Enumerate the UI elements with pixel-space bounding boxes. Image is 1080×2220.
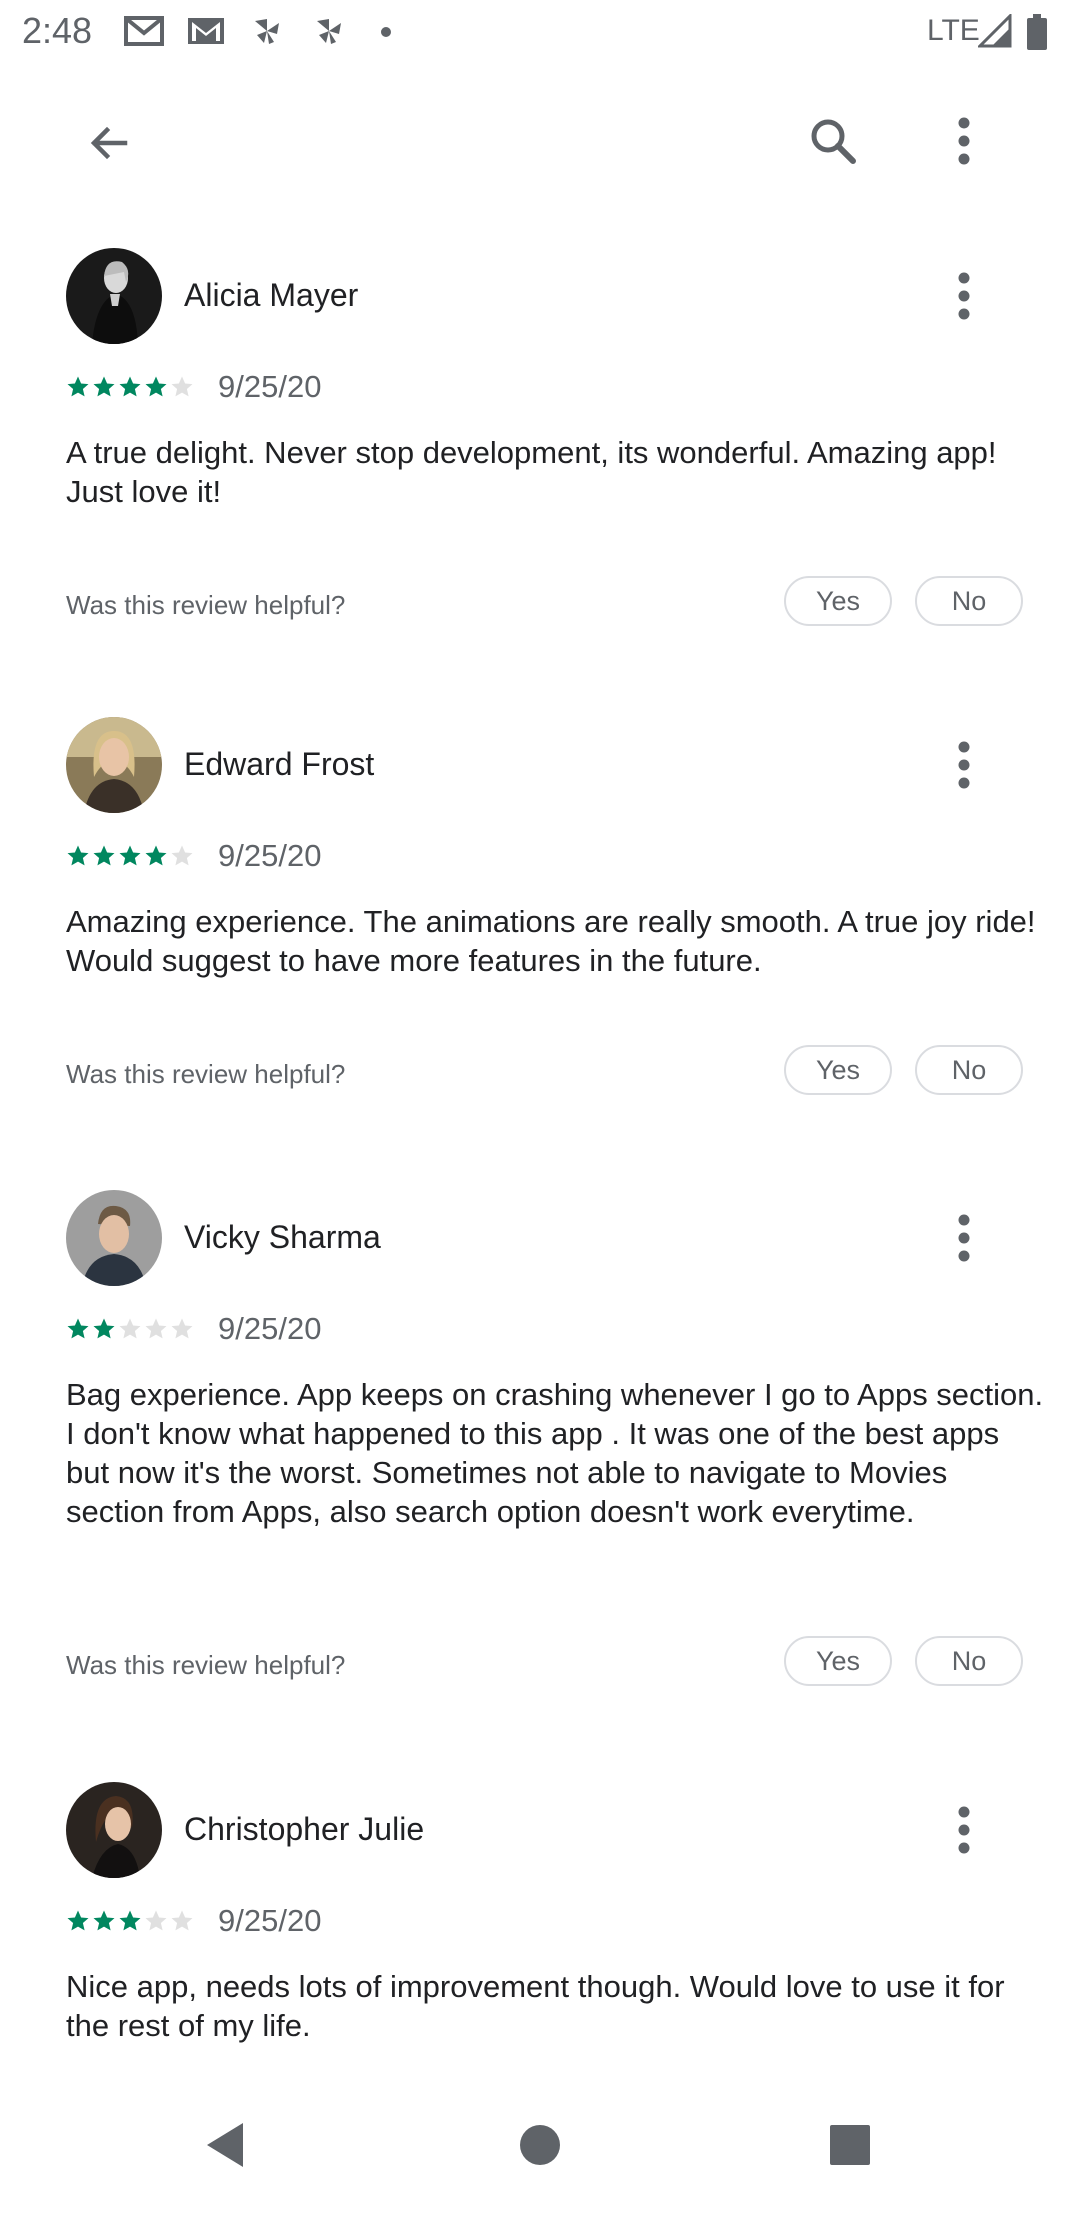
star-empty-icon	[171, 376, 193, 397]
helpful-yes-button[interactable]: Yes	[784, 1045, 892, 1095]
reviewer-name: Christopher Julie	[184, 1811, 425, 1847]
more-vert-icon	[958, 1806, 970, 1854]
review-card: Edward Frost 9/25/20 Amazing experience.…	[0, 717, 1080, 1117]
reviewer-name: Vicky Sharma	[184, 1219, 381, 1255]
status-time: 2:48	[22, 10, 93, 51]
helpful-prompt: Was this review helpful?	[66, 1650, 346, 1680]
star-filled-icon	[145, 376, 167, 397]
avatar[interactable]	[66, 1190, 162, 1286]
star-empty-icon	[171, 1318, 193, 1339]
pinwheel-icon	[317, 19, 341, 44]
gmail-icon	[124, 16, 164, 46]
helpful-prompt: Was this review helpful?	[66, 1059, 346, 1089]
helpful-prompt: Was this review helpful?	[66, 590, 346, 620]
star-filled-icon	[67, 1318, 89, 1339]
more-vert-icon	[958, 1214, 970, 1262]
star-filled-icon	[67, 1910, 89, 1931]
star-empty-icon	[145, 1318, 167, 1339]
nav-back-icon	[207, 2123, 243, 2167]
star-empty-icon	[119, 1318, 141, 1339]
back-arrow-icon	[90, 126, 128, 160]
pinwheel-icon	[255, 19, 279, 44]
star-filled-icon	[119, 1910, 141, 1931]
helpful-no-button[interactable]: No	[915, 576, 1023, 626]
nav-back-button[interactable]	[190, 2110, 260, 2180]
notification-dot-icon	[381, 27, 391, 37]
helpful-no-button[interactable]: No	[915, 1045, 1023, 1095]
review-card: Christopher Julie 9/25/20 Nice app, need…	[0, 1782, 1080, 2072]
star-rating	[66, 1317, 194, 1341]
star-filled-icon	[119, 376, 141, 397]
review-more-button[interactable]	[934, 1800, 994, 1860]
review-date: 9/25/20	[218, 838, 322, 873]
network-type: LTE	[927, 14, 980, 47]
review-text: Nice app, needs lots of improvement thou…	[66, 1969, 1005, 2043]
star-filled-icon	[93, 845, 115, 866]
app-bar	[0, 66, 1080, 216]
helpful-yes-button[interactable]: Yes	[784, 1636, 892, 1686]
review-date: 9/25/20	[218, 1311, 322, 1346]
rating-row: 9/25/20	[66, 838, 322, 873]
status-bar: 2:48 LTE	[0, 0, 1080, 66]
avatar[interactable]	[66, 717, 162, 813]
more-vert-icon	[958, 741, 970, 789]
search-icon	[811, 119, 856, 164]
review-card: Vicky Sharma 9/25/20 Bag experience. App…	[0, 1190, 1080, 1710]
star-filled-icon	[67, 376, 89, 397]
avatar[interactable]	[66, 248, 162, 344]
review-text: Bag experience. App keeps on crashing wh…	[66, 1377, 1044, 1529]
star-filled-icon	[145, 845, 167, 866]
reviewer-name: Alicia Mayer	[184, 277, 359, 313]
rating-row: 9/25/20	[66, 1311, 322, 1346]
reviewer-name: Edward Frost	[184, 746, 375, 782]
review-date: 9/25/20	[218, 369, 322, 404]
star-filled-icon	[67, 845, 89, 866]
gmail-icon	[188, 18, 224, 44]
review-text: A true delight. Never stop development, …	[66, 435, 997, 509]
star-filled-icon	[119, 845, 141, 866]
nav-recents-button[interactable]	[815, 2110, 885, 2180]
system-nav-bar	[0, 2080, 1080, 2220]
review-more-button[interactable]	[934, 1208, 994, 1268]
nav-home-icon	[520, 2125, 560, 2165]
signal-icon	[978, 14, 1012, 48]
helpful-yes-button[interactable]: Yes	[784, 576, 892, 626]
star-filled-icon	[93, 1910, 115, 1931]
star-rating	[66, 375, 194, 399]
rating-row: 9/25/20	[66, 1903, 322, 1938]
star-empty-icon	[145, 1910, 167, 1931]
star-rating	[66, 844, 194, 868]
more-vert-icon	[958, 117, 970, 165]
search-button[interactable]	[798, 106, 868, 176]
star-filled-icon	[93, 1318, 115, 1339]
review-text: Amazing experience. The animations are r…	[66, 904, 1036, 978]
star-rating	[66, 1909, 194, 1933]
battery-icon	[1027, 14, 1047, 50]
more-options-button[interactable]	[936, 106, 992, 176]
star-filled-icon	[93, 376, 115, 397]
star-empty-icon	[171, 1910, 193, 1931]
more-vert-icon	[958, 272, 970, 320]
nav-recents-icon	[830, 2125, 870, 2165]
review-more-button[interactable]	[934, 266, 994, 326]
review-date: 9/25/20	[218, 1903, 322, 1938]
star-empty-icon	[171, 845, 193, 866]
avatar[interactable]	[66, 1782, 162, 1878]
nav-home-button[interactable]	[505, 2110, 575, 2180]
back-button[interactable]	[74, 108, 144, 178]
rating-row: 9/25/20	[66, 369, 322, 404]
review-card: Alicia Mayer 9/25/20 A true delight. Nev…	[0, 248, 1080, 648]
helpful-no-button[interactable]: No	[915, 1636, 1023, 1686]
review-more-button[interactable]	[934, 735, 994, 795]
